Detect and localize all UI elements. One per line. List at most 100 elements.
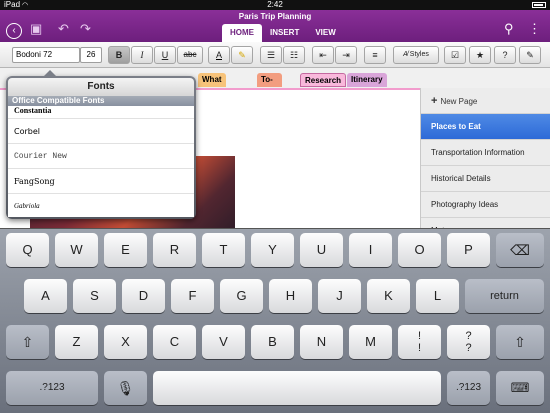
key-k[interactable]: K bbox=[367, 279, 410, 313]
key-i[interactable]: I bbox=[349, 233, 392, 267]
hide-keyboard-icon[interactable]: ⌨ bbox=[496, 371, 544, 405]
key-y[interactable]: Y bbox=[251, 233, 294, 267]
key-question-lower: ? bbox=[465, 342, 472, 354]
new-page-button[interactable]: + New Page bbox=[421, 88, 550, 114]
star-tag-icon[interactable]: ★ bbox=[469, 46, 491, 64]
tag-more-icon[interactable]: ✎ bbox=[519, 46, 541, 64]
key-exclaim[interactable]: ! ! bbox=[398, 325, 441, 359]
key-w[interactable]: W bbox=[55, 233, 98, 267]
popover-arrow bbox=[44, 70, 56, 76]
notebook-icon[interactable]: ▣ bbox=[30, 22, 42, 36]
shift-right-icon[interactable]: ⇧ bbox=[496, 325, 544, 359]
more-icon[interactable]: ⋮ bbox=[528, 22, 541, 36]
align-icon[interactable]: ≡ bbox=[364, 46, 386, 64]
key-a[interactable]: A bbox=[24, 279, 67, 313]
key-exclaim-lower: ! bbox=[417, 342, 422, 354]
popover-title: Fonts bbox=[8, 78, 194, 96]
key-p[interactable]: P bbox=[447, 233, 490, 267]
styles-icon: A̸ bbox=[403, 51, 410, 58]
key-e[interactable]: E bbox=[104, 233, 147, 267]
status-time: 2:42 bbox=[267, 0, 283, 9]
font-item-corbel[interactable]: Corbel bbox=[8, 119, 194, 144]
key-question[interactable]: ? ? bbox=[447, 325, 490, 359]
key-l[interactable]: L bbox=[416, 279, 459, 313]
page-item-places-to-eat[interactable]: Places to Eat bbox=[421, 114, 550, 140]
highlighter-icon[interactable]: ✎ bbox=[231, 46, 253, 64]
font-group-header: Office Compatible Fonts bbox=[8, 96, 194, 106]
return-key[interactable]: return bbox=[465, 279, 544, 313]
key-s[interactable]: S bbox=[73, 279, 116, 313]
page-item-historical[interactable]: Historical Details bbox=[421, 166, 550, 192]
font-item-constantia[interactable]: Constantia bbox=[8, 106, 194, 119]
bullet-list-icon[interactable]: ☰ bbox=[260, 46, 282, 64]
battery-icon bbox=[532, 2, 546, 8]
new-page-label: New Page bbox=[440, 97, 478, 106]
microphone-icon[interactable]: 🎙 bbox=[104, 371, 147, 405]
ribbon-tabs: HOME INSERT VIEW bbox=[222, 24, 344, 42]
backspace-icon[interactable]: ⌫ bbox=[496, 233, 544, 267]
underline-button[interactable]: U bbox=[154, 46, 176, 64]
status-bar: iPad ◠ 2:42 bbox=[0, 0, 550, 10]
tab-home[interactable]: HOME bbox=[222, 24, 262, 42]
question-tag-icon[interactable]: ? bbox=[494, 46, 516, 64]
font-item-fangsong[interactable]: FangSong bbox=[8, 169, 194, 194]
section-tab-research[interactable]: Research bbox=[300, 73, 347, 87]
key-c[interactable]: C bbox=[153, 325, 196, 359]
font-item-gabriola[interactable]: Gabriola bbox=[8, 194, 194, 217]
key-question-upper: ? bbox=[465, 330, 472, 342]
key-h[interactable]: H bbox=[269, 279, 312, 313]
redo-icon[interactable]: ↷ bbox=[80, 22, 91, 36]
styles-button[interactable]: A̸ Styles bbox=[393, 46, 439, 64]
search-icon[interactable]: ⚲ bbox=[504, 22, 514, 36]
strikethrough-button[interactable]: abc bbox=[177, 46, 203, 64]
indent-icon[interactable]: ⇥ bbox=[335, 46, 357, 64]
page-item-photography[interactable]: Photography Ideas bbox=[421, 192, 550, 218]
key-v[interactable]: V bbox=[202, 325, 245, 359]
section-tab-what-to-pack[interactable]: What to Pack bbox=[198, 73, 226, 112]
key-d[interactable]: D bbox=[122, 279, 165, 313]
key-f[interactable]: F bbox=[171, 279, 214, 313]
shift-left-icon[interactable]: ⇧ bbox=[6, 325, 49, 359]
key-b[interactable]: B bbox=[251, 325, 294, 359]
back-icon[interactable]: ‹ bbox=[6, 23, 22, 39]
key-g[interactable]: G bbox=[220, 279, 263, 313]
key-m[interactable]: M bbox=[349, 325, 392, 359]
space-bar[interactable] bbox=[153, 371, 441, 405]
key-q[interactable]: Q bbox=[6, 233, 49, 267]
numbers-key-right[interactable]: .?123 bbox=[447, 371, 490, 405]
key-n[interactable]: N bbox=[300, 325, 343, 359]
app-header: Paris Trip Planning ‹ ▣ ↶ ↷ HOME INSERT … bbox=[0, 10, 550, 42]
section-tab-todos[interactable]: To-Do's bbox=[257, 73, 283, 98]
numbered-list-icon[interactable]: ☷ bbox=[283, 46, 305, 64]
key-x[interactable]: X bbox=[104, 325, 147, 359]
fonts-popover: Fonts Office Compatible Fonts Constantia… bbox=[6, 70, 196, 219]
key-exclaim-upper: ! bbox=[417, 330, 422, 342]
key-r[interactable]: R bbox=[153, 233, 196, 267]
tab-view[interactable]: VIEW bbox=[307, 24, 343, 42]
page-list: + New Page Places to Eat Transportation I… bbox=[420, 88, 550, 244]
outdent-icon[interactable]: ⇤ bbox=[312, 46, 334, 64]
numbers-key-left[interactable]: .?123 bbox=[6, 371, 98, 405]
font-list[interactable]: Office Compatible Fonts Constantia Corbe… bbox=[8, 96, 194, 217]
key-z[interactable]: Z bbox=[55, 325, 98, 359]
styles-label: Styles bbox=[409, 51, 429, 58]
plus-icon: + bbox=[431, 95, 438, 107]
key-o[interactable]: O bbox=[398, 233, 441, 267]
key-j[interactable]: J bbox=[318, 279, 361, 313]
section-tab-itinerary[interactable]: Itinerary bbox=[347, 73, 387, 87]
italic-button[interactable]: I bbox=[131, 46, 153, 64]
font-size-field[interactable]: 26 bbox=[80, 47, 102, 63]
formatting-toolbar: Bodoni 72 26 B I U abc A ✎ ☰ ☷ ⇤ ⇥ ≡ A̸ … bbox=[0, 42, 550, 68]
checkbox-tag-icon[interactable]: ☑ bbox=[444, 46, 466, 64]
font-name-field[interactable]: Bodoni 72 bbox=[12, 47, 80, 63]
app-title: Paris Trip Planning bbox=[238, 12, 312, 21]
key-t[interactable]: T bbox=[202, 233, 245, 267]
page-item-transportation[interactable]: Transportation Information bbox=[421, 140, 550, 166]
bold-button[interactable]: B bbox=[108, 46, 130, 64]
undo-icon[interactable]: ↶ bbox=[58, 22, 69, 36]
tab-insert[interactable]: INSERT bbox=[262, 24, 307, 42]
font-color-button[interactable]: A bbox=[208, 46, 230, 64]
onscreen-keyboard: Q W E R T Y U I O P ⌫ A S D F G H J K L … bbox=[0, 228, 550, 413]
font-item-courier-new[interactable]: Courier New bbox=[8, 144, 194, 169]
key-u[interactable]: U bbox=[300, 233, 343, 267]
